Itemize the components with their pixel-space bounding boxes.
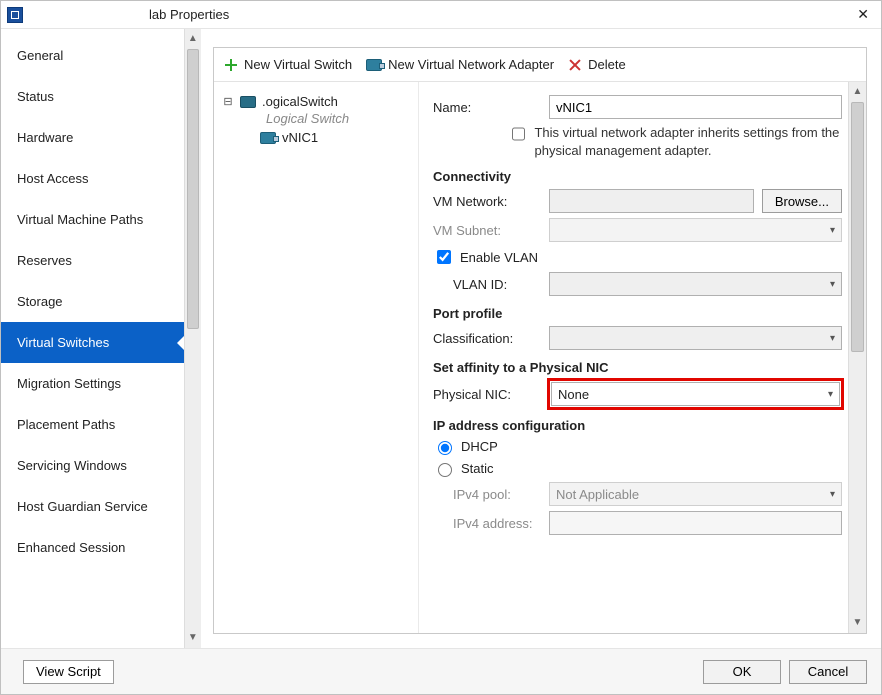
inherit-checkbox-row[interactable]: This virtual network adapter inherits se…	[508, 124, 842, 159]
enable-vlan-checkbox-row[interactable]: Enable VLAN	[433, 247, 538, 267]
scroll-thumb[interactable]	[851, 102, 864, 352]
ok-button[interactable]: OK	[703, 660, 781, 684]
vlan-id-label: VLAN ID:	[433, 277, 549, 292]
properties-form: Name: This virtual network adapter inher…	[419, 82, 848, 633]
new-virtual-adapter-button[interactable]: New Virtual Network Adapter	[366, 57, 554, 72]
ipv4addr-input	[549, 511, 842, 535]
enable-vlan-label: Enable VLAN	[460, 250, 538, 265]
sidebar-item-vm-paths[interactable]: Virtual Machine Paths	[1, 199, 184, 240]
scroll-thumb[interactable]	[187, 49, 199, 329]
chevron-down-icon: ▾	[830, 279, 835, 290]
sidebar-item-host-guardian[interactable]: Host Guardian Service	[1, 486, 184, 527]
chevron-down-icon: ▾	[828, 389, 833, 400]
scroll-up-icon[interactable]: ▲	[851, 84, 864, 100]
tree-child-label: vNIC1	[282, 130, 318, 145]
name-input[interactable]	[549, 95, 842, 119]
tree-root-label: .ogicalSwitch	[262, 94, 338, 109]
physnic-value: None	[558, 387, 589, 402]
ipconfig-head: IP address configuration	[433, 418, 842, 433]
vlan-id-combo[interactable]: ▾	[549, 272, 842, 296]
static-label: Static	[461, 461, 494, 476]
browse-button[interactable]: Browse...	[762, 189, 842, 213]
plus-icon	[224, 58, 238, 72]
panel-body: ⊟ .ogicalSwitch Logical Switch vNIC1 Nam	[214, 82, 866, 633]
dialog-body: General Status Hardware Host Access Virt…	[1, 29, 881, 648]
sidebar-scrollbar[interactable]: ▲ ▼	[184, 29, 201, 648]
vmsubnet-label: VM Subnet:	[433, 223, 549, 238]
tree-root[interactable]: ⊟ .ogicalSwitch	[220, 90, 412, 113]
vmnet-input[interactable]	[549, 189, 754, 213]
sidebar-item-migration-settings[interactable]: Migration Settings	[1, 363, 184, 404]
window-title: lab Properties	[149, 7, 229, 22]
collapse-icon[interactable]: ⊟	[222, 95, 234, 108]
physnic-label: Physical NIC:	[433, 387, 549, 402]
new-virtual-adapter-label: New Virtual Network Adapter	[388, 57, 554, 72]
window-icon	[7, 7, 23, 23]
sidebar-item-host-access[interactable]: Host Access	[1, 158, 184, 199]
dhcp-label: DHCP	[461, 439, 498, 454]
sidebar-item-enhanced-session[interactable]: Enhanced Session	[1, 527, 184, 568]
close-icon[interactable]: ✕	[851, 6, 875, 23]
vmnet-label: VM Network:	[433, 194, 549, 209]
panel-toolbar: New Virtual Switch New Virtual Network A…	[214, 48, 866, 82]
sidebar-item-servicing-windows[interactable]: Servicing Windows	[1, 445, 184, 486]
switch-tree: ⊟ .ogicalSwitch Logical Switch vNIC1	[214, 82, 419, 633]
sidebar-item-general[interactable]: General	[1, 35, 184, 76]
vmsubnet-combo: ▾	[549, 218, 842, 242]
new-virtual-switch-button[interactable]: New Virtual Switch	[224, 57, 352, 72]
portprofile-head: Port profile	[433, 306, 842, 321]
cancel-button[interactable]: Cancel	[789, 660, 867, 684]
sidebar-item-virtual-switches[interactable]: Virtual Switches	[1, 322, 184, 363]
dhcp-radio-row[interactable]: DHCP	[433, 438, 498, 455]
scroll-up-icon[interactable]: ▲	[187, 31, 199, 47]
physnic-combo[interactable]: None ▾	[551, 382, 840, 406]
config-panel: New Virtual Switch New Virtual Network A…	[213, 47, 867, 634]
new-virtual-switch-label: New Virtual Switch	[244, 57, 352, 72]
nic-icon	[260, 132, 276, 144]
sidebar-item-status[interactable]: Status	[1, 76, 184, 117]
connectivity-head: Connectivity	[433, 169, 842, 184]
scroll-down-icon[interactable]: ▼	[187, 630, 199, 646]
inherit-text: This virtual network adapter inherits se…	[534, 124, 842, 159]
dhcp-radio[interactable]	[438, 441, 452, 455]
inherit-checkbox[interactable]	[512, 127, 525, 141]
ipv4pool-value: Not Applicable	[556, 487, 639, 502]
scroll-down-icon[interactable]: ▼	[851, 615, 864, 631]
delete-icon	[568, 58, 582, 72]
form-scrollbar[interactable]: ▲ ▼	[848, 82, 866, 633]
sidebar: General Status Hardware Host Access Virt…	[1, 29, 184, 648]
enable-vlan-checkbox[interactable]	[437, 250, 451, 264]
switch-icon	[240, 96, 256, 108]
ipv4addr-label: IPv4 address:	[433, 516, 549, 531]
tree-root-subtitle: Logical Switch	[220, 111, 412, 126]
static-radio-row[interactable]: Static	[433, 460, 494, 477]
ipv4pool-label: IPv4 pool:	[433, 487, 549, 502]
sidebar-item-hardware[interactable]: Hardware	[1, 117, 184, 158]
titlebar: lab Properties ✕	[1, 1, 881, 29]
static-radio[interactable]	[438, 463, 452, 477]
main-area: New Virtual Switch New Virtual Network A…	[201, 29, 881, 648]
classification-label: Classification:	[433, 331, 549, 346]
chevron-down-icon: ▾	[830, 225, 835, 236]
tree-child-vnic1[interactable]: vNIC1	[220, 126, 412, 149]
delete-button[interactable]: Delete	[568, 57, 626, 72]
affinity-head: Set affinity to a Physical NIC	[433, 360, 842, 375]
view-script-button[interactable]: View Script	[23, 660, 114, 684]
chevron-down-icon: ▾	[830, 489, 835, 500]
sidebar-item-storage[interactable]: Storage	[1, 281, 184, 322]
delete-label: Delete	[588, 57, 626, 72]
sidebar-item-placement-paths[interactable]: Placement Paths	[1, 404, 184, 445]
sidebar-item-reserves[interactable]: Reserves	[1, 240, 184, 281]
name-label: Name:	[433, 100, 549, 115]
dialog-window: lab Properties ✕ General Status Hardware…	[0, 0, 882, 695]
classification-combo[interactable]: ▾	[549, 326, 842, 350]
nic-icon	[366, 59, 382, 71]
sidebar-wrap: General Status Hardware Host Access Virt…	[1, 29, 201, 648]
dialog-footer: View Script OK Cancel	[1, 648, 881, 694]
chevron-down-icon: ▾	[830, 333, 835, 344]
ipv4pool-combo: Not Applicable ▾	[549, 482, 842, 506]
